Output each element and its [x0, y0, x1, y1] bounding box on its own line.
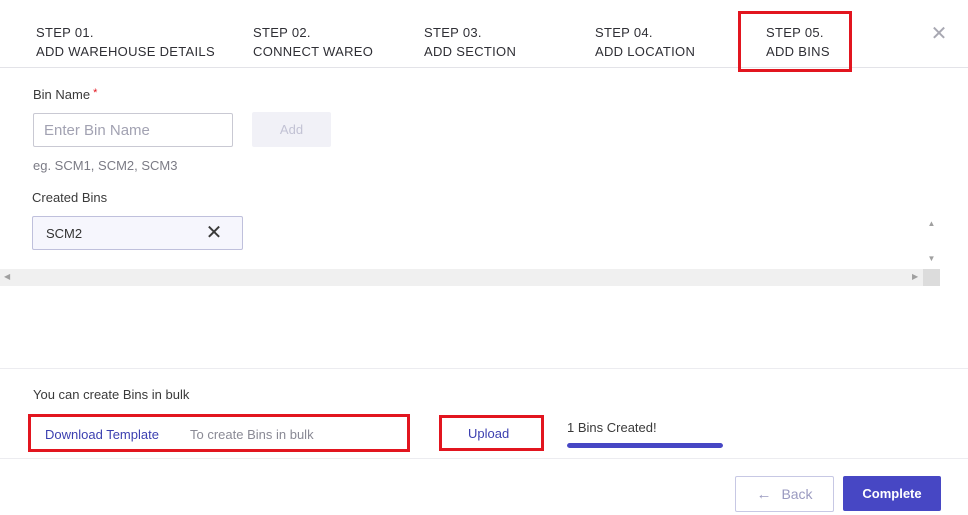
- step-label: CONNECT WAREO: [253, 44, 374, 59]
- scroll-right-icon[interactable]: ▶: [912, 272, 918, 281]
- upload-button[interactable]: Upload: [468, 426, 509, 441]
- created-bins-label: Created Bins: [32, 190, 108, 205]
- required-mark: *: [93, 87, 98, 99]
- bin-name-hint: eg. SCM1, SCM2, SCM3: [33, 158, 178, 173]
- back-label: Back: [781, 485, 813, 502]
- bins-created-status: 1 Bins Created!: [567, 420, 657, 435]
- bulk-title: You can create Bins in bulk: [33, 387, 190, 402]
- horizontal-scrollbar[interactable]: ◀ ▶: [0, 269, 923, 286]
- stepper: STEP 01. ADD WAREHOUSE DETAILS STEP 02. …: [0, 0, 968, 68]
- vertical-scrollbar[interactable]: ▲ ▼: [923, 216, 940, 269]
- step-2[interactable]: STEP 02. CONNECT WAREO: [253, 23, 373, 61]
- bin-chip: SCM2 ✕: [32, 216, 243, 250]
- add-button[interactable]: Add: [252, 112, 331, 147]
- step-label: ADD LOCATION: [595, 44, 696, 59]
- scroll-up-icon[interactable]: ▲: [923, 219, 940, 228]
- step-number: STEP 05.: [766, 25, 824, 40]
- scroll-down-icon[interactable]: ▼: [923, 254, 940, 263]
- complete-button[interactable]: Complete: [843, 476, 941, 511]
- step-number: STEP 02.: [253, 25, 311, 40]
- close-icon[interactable]: ✕: [929, 24, 949, 45]
- bin-name-label: Bin Name *: [33, 87, 97, 102]
- step-3[interactable]: STEP 03. ADD SECTION: [424, 23, 516, 61]
- remove-bin-icon[interactable]: ✕: [204, 222, 224, 244]
- step-number: STEP 01.: [36, 25, 94, 40]
- step-4[interactable]: STEP 04. ADD LOCATION: [595, 23, 695, 61]
- scrollbar-corner: [923, 269, 940, 286]
- bin-name-input[interactable]: [33, 113, 233, 147]
- step-label: ADD WAREHOUSE DETAILS: [36, 44, 215, 59]
- back-button[interactable]: ← Back: [735, 476, 834, 512]
- arrow-left-icon: ←: [756, 485, 772, 503]
- step-5[interactable]: STEP 05. ADD BINS: [766, 23, 830, 61]
- step-label: ADD BINS: [766, 44, 830, 59]
- step-label: ADD SECTION: [424, 44, 517, 59]
- divider: [0, 368, 968, 369]
- download-template-link[interactable]: Download Template: [45, 427, 159, 442]
- footer-divider: [0, 458, 968, 459]
- step-number: STEP 03.: [424, 25, 482, 40]
- step-number: STEP 04.: [595, 25, 653, 40]
- download-template-description: To create Bins in bulk: [190, 427, 314, 442]
- scroll-left-icon[interactable]: ◀: [4, 272, 10, 281]
- bin-name-label-text: Bin Name: [33, 87, 91, 102]
- upload-progress-bar: [567, 443, 723, 448]
- upload-progress-fill: [567, 443, 723, 448]
- step-1[interactable]: STEP 01. ADD WAREHOUSE DETAILS: [36, 23, 215, 61]
- bin-chip-label: SCM2: [46, 226, 83, 241]
